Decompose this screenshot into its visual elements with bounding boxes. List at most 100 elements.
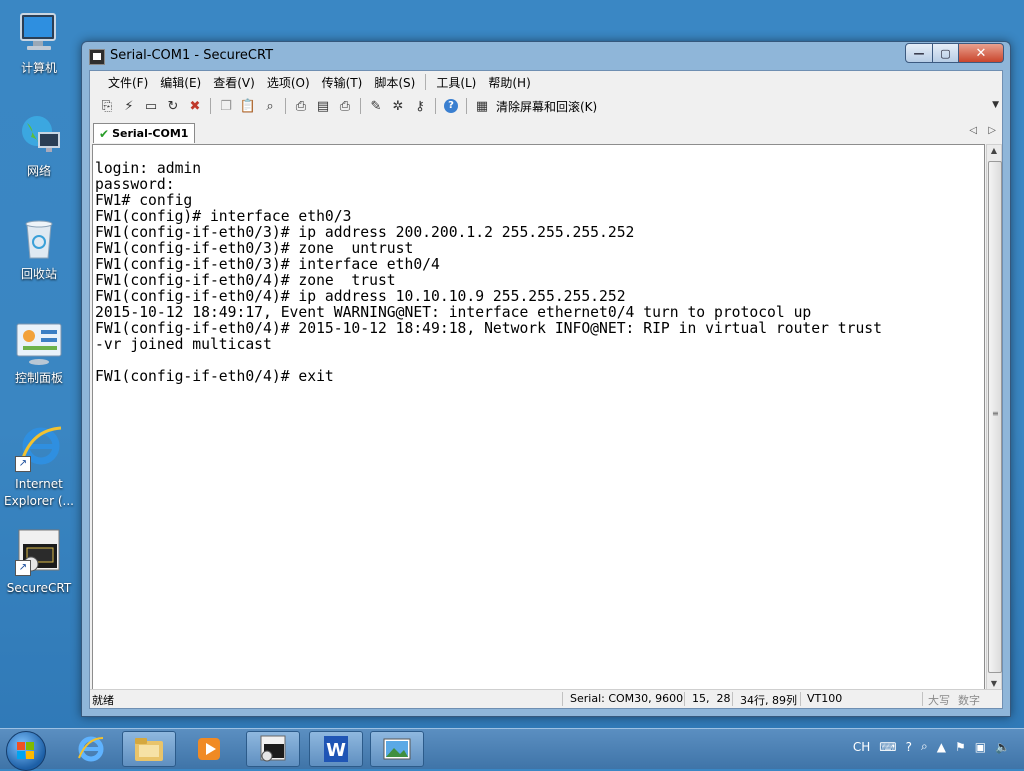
- status-num: 数字: [958, 694, 980, 707]
- toolbar-separator: [360, 98, 361, 114]
- tab-scroll-right-icon[interactable]: ▷: [988, 125, 996, 136]
- disconnect-icon[interactable]: ✖: [186, 97, 204, 115]
- toolbar-separator: [285, 98, 286, 114]
- global-options-icon[interactable]: ✲: [389, 97, 407, 115]
- windows-logo-icon: [17, 742, 35, 760]
- terminal-line: 2015-10-12 18:49:17, Event WARNING@NET: …: [95, 304, 812, 321]
- menu-help[interactable]: 帮助(H): [482, 74, 536, 91]
- wps-writer-icon: W: [324, 736, 348, 762]
- menu-script[interactable]: 脚本(S): [368, 74, 421, 91]
- status-emulation: VT100: [807, 692, 843, 705]
- internet-explorer-icon: [78, 736, 104, 762]
- maximize-button[interactable]: ▢: [933, 43, 959, 63]
- scroll-down-icon[interactable]: ▼: [987, 679, 1001, 688]
- shortcut-arrow-icon: ↗: [15, 456, 31, 472]
- status-text: 就绪: [92, 694, 114, 707]
- terminal-line: FW1(config-if-eth0/3)# zone untrust: [95, 240, 414, 257]
- menu-view[interactable]: 查看(V): [207, 74, 261, 91]
- taskbar-wps-writer[interactable]: W: [309, 731, 363, 767]
- menu-separator: [425, 74, 427, 90]
- app-icon[interactable]: [89, 49, 105, 65]
- terminal-line: FW1(config-if-eth0/3)# ip address 200.20…: [95, 224, 635, 241]
- computer-icon: [15, 8, 63, 56]
- show-hidden-icons-icon[interactable]: ▲: [937, 740, 946, 754]
- internet-explorer-icon: ↗: [15, 424, 63, 472]
- connect-icon[interactable]: ⎘: [98, 97, 116, 115]
- status-size: 34行, 89列: [740, 694, 797, 707]
- desktop-icon-recycle-bin[interactable]: 回收站: [0, 214, 78, 283]
- terminal-line: FW1(config-if-eth0/3)# interface eth0/4: [95, 256, 440, 273]
- terminal-line: FW1(config-if-eth0/4)# exit: [95, 368, 334, 385]
- print-icon[interactable]: ⎙: [292, 97, 310, 115]
- language-indicator[interactable]: CH: [853, 740, 870, 754]
- taskbar-internet-explorer[interactable]: [63, 731, 117, 767]
- window-title: Serial-COM1 - SecureCRT: [110, 48, 274, 63]
- media-player-icon: [198, 738, 220, 760]
- recycle-bin-icon: [15, 214, 63, 262]
- desktop-icon-computer[interactable]: 计算机: [0, 8, 78, 77]
- desktop-icon-securecrt[interactable]: ↗ SecureCRT: [0, 528, 78, 597]
- shortcut-arrow-icon: ↗: [15, 560, 31, 576]
- tab-serial-com1[interactable]: ✔ Serial-COM1: [93, 123, 196, 143]
- window-content: 文件(F) 编辑(E) 查看(V) 选项(O) 传输(T) 脚本(S) 工具(L…: [89, 70, 1003, 709]
- close-button[interactable]: ✕: [959, 43, 1004, 63]
- toolbar-overflow-icon[interactable]: ▼: [992, 100, 999, 110]
- scrollbar-thumb[interactable]: ≡: [988, 161, 1002, 673]
- toolbar: ⎘ ⚡ ▭ ↻ ✖ ❐ 📋 ⌕ ⎙ ▤ ⎙ ✎ ✲ ⚷ ? ▦ 清除屏幕和回滚(…: [90, 95, 1002, 117]
- keyboard-icon[interactable]: ⌨: [879, 740, 896, 754]
- action-center-flag-icon[interactable]: ⚑: [955, 740, 966, 754]
- terminal-output[interactable]: login: admin password: FW1# config FW1(conf…: [92, 144, 985, 690]
- network-icon: [15, 111, 63, 159]
- help-icon[interactable]: ?: [442, 97, 460, 115]
- vertical-scrollbar[interactable]: ▲ ≡ ▼: [986, 144, 1002, 690]
- clear-screen-icon[interactable]: ▦: [473, 97, 491, 115]
- desktop-icon-internet-explorer[interactable]: ↗ Internet Explorer (...: [0, 424, 78, 510]
- taskbar-image-viewer[interactable]: [370, 731, 424, 767]
- session-options-icon[interactable]: ✎: [367, 97, 385, 115]
- start-button[interactable]: [6, 731, 46, 771]
- print-setup-icon[interactable]: ▤: [314, 97, 332, 115]
- menu-transfer[interactable]: 传输(T): [316, 74, 369, 91]
- toolbar-separator: [210, 98, 211, 114]
- securecrt-icon: [260, 735, 286, 762]
- toolbar-separator: [466, 98, 467, 114]
- taskbar-media-player[interactable]: [182, 731, 236, 767]
- system-tray: CH ⌨ ? ⌕ ▲ ⚑ ▣ 🔈: [844, 739, 1010, 754]
- status-cursor: 15, 28: [692, 692, 731, 705]
- scroll-up-icon[interactable]: ▲: [987, 146, 1001, 155]
- desktop-icon-label: SecureCRT: [6, 581, 72, 595]
- menu-edit[interactable]: 编辑(E): [154, 74, 207, 91]
- input-method-icon[interactable]: ⌕: [921, 739, 928, 754]
- quick-connect-icon[interactable]: ⚡: [120, 97, 138, 115]
- find-icon[interactable]: ⌕: [261, 97, 279, 115]
- network-tray-icon[interactable]: ▣: [975, 740, 986, 754]
- session-tab-bar: ✔ Serial-COM1 ◁ ▷: [90, 119, 1002, 143]
- terminal-line: FW1(config-if-eth0/4)# ip address 10.10.…: [95, 288, 626, 305]
- clear-screen-button[interactable]: 清除屏幕和回滚(K): [496, 98, 597, 115]
- paste-icon[interactable]: 📋: [239, 97, 257, 115]
- status-caps: 大写: [928, 694, 950, 707]
- terminal-line: -vr joined multicast: [95, 336, 272, 353]
- securecrt-window: Serial-COM1 - SecureCRT — ▢ ✕ 文件(F) 编辑(E…: [81, 41, 1011, 717]
- menu-options[interactable]: 选项(O): [261, 74, 316, 91]
- connect-tab-icon[interactable]: ▭: [142, 97, 160, 115]
- minimize-button[interactable]: —: [905, 43, 933, 63]
- help-icon[interactable]: ?: [906, 740, 912, 754]
- taskbar-file-explorer[interactable]: [122, 731, 176, 767]
- menu-tools[interactable]: 工具(L): [430, 74, 482, 91]
- terminal-line: password:: [95, 176, 175, 193]
- volume-icon[interactable]: 🔈: [995, 740, 1010, 754]
- menu-file[interactable]: 文件(F): [102, 74, 154, 91]
- title-bar[interactable]: Serial-COM1 - SecureCRT — ▢ ✕: [82, 42, 1010, 70]
- keymap-icon[interactable]: ⚷: [411, 97, 429, 115]
- desktop-icon-network[interactable]: 网络: [0, 111, 78, 180]
- terminal-line: FW1# config: [95, 192, 193, 209]
- tab-label: Serial-COM1: [112, 127, 189, 140]
- reconnect-icon[interactable]: ↻: [164, 97, 182, 115]
- copy-icon[interactable]: ❐: [217, 97, 235, 115]
- desktop-icon-label: 回收站: [20, 267, 57, 281]
- desktop-icon-control-panel[interactable]: 控制面板: [0, 318, 78, 387]
- print-selection-icon[interactable]: ⎙: [336, 97, 354, 115]
- tab-scroll-left-icon[interactable]: ◁: [969, 125, 977, 136]
- taskbar-securecrt[interactable]: [246, 731, 300, 767]
